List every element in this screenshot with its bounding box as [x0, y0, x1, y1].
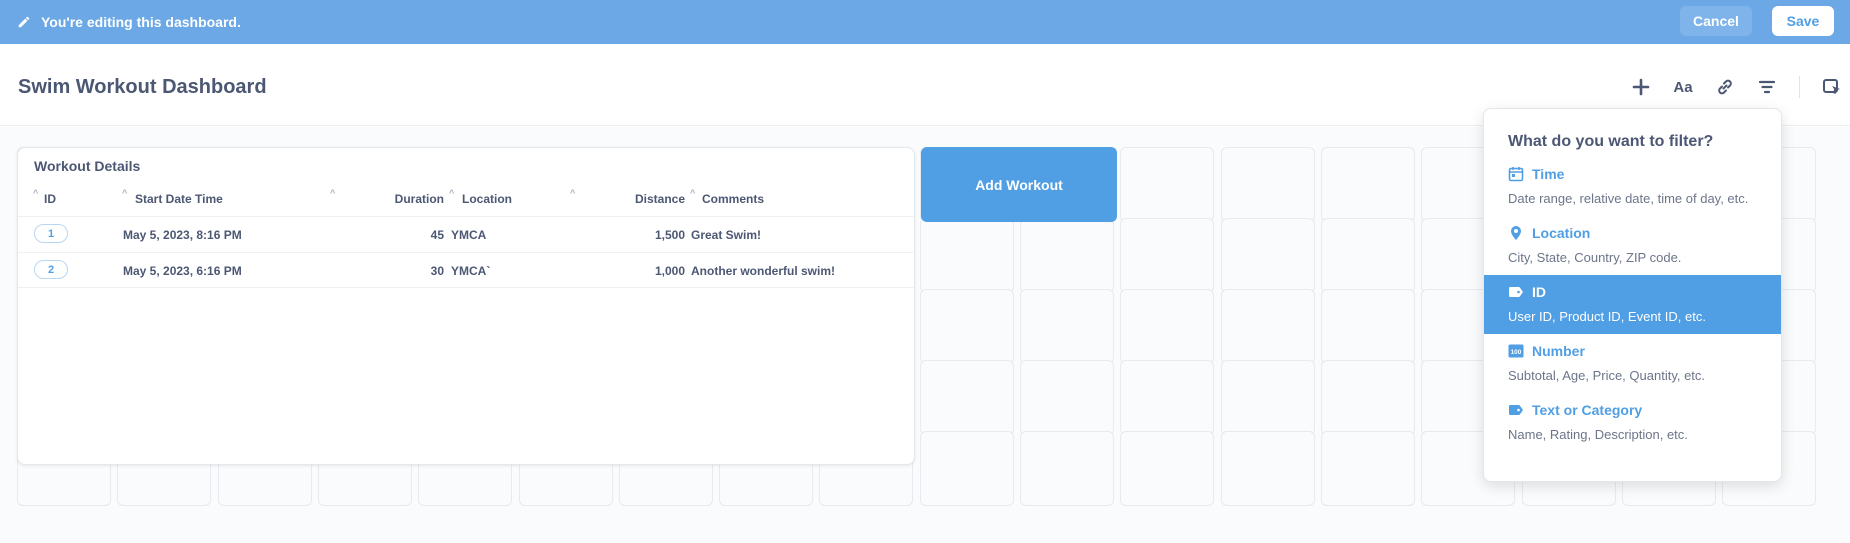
- grid-cell: [1120, 218, 1215, 293]
- filter-icon: [1758, 80, 1776, 94]
- grid-cell: [1220, 360, 1315, 435]
- table-card[interactable]: Workout Details ^ ID ^ Start Date Time ^…: [17, 147, 916, 465]
- click-behavior-icon: [1823, 79, 1840, 94]
- edit-mode-message: You're editing this dashboard.: [17, 14, 241, 30]
- grid-cell: [919, 431, 1014, 506]
- grid-cell: [1220, 147, 1315, 222]
- cancel-button[interactable]: Cancel: [1680, 6, 1752, 36]
- grid-cell: [1020, 360, 1114, 435]
- cell-duration: 30: [430, 264, 444, 278]
- grid-cell: [1020, 431, 1114, 506]
- toolbar-divider: [1799, 76, 1800, 98]
- label-icon: [1508, 284, 1524, 300]
- column-header-id[interactable]: ^ ID: [33, 188, 56, 206]
- filter-option-description: City, State, Country, ZIP code.: [1508, 250, 1682, 265]
- filter-option-description: User ID, Product ID, Event ID, etc.: [1508, 309, 1706, 324]
- cell-location: YMCA: [451, 228, 487, 242]
- grid-cell: [1020, 218, 1114, 293]
- page-title[interactable]: Swim Workout Dashboard: [18, 76, 267, 99]
- cell-location: YMCA`: [451, 264, 491, 278]
- grid-cell: [1320, 360, 1415, 435]
- filter-option-description: Subtotal, Age, Price, Quantity, etc.: [1508, 368, 1706, 383]
- add-workout-button[interactable]: Add Workout: [921, 147, 1117, 222]
- save-button[interactable]: Save: [1772, 6, 1834, 36]
- id-pill[interactable]: 2: [34, 260, 68, 279]
- link-icon: [1718, 79, 1732, 95]
- grid-cell: [1320, 218, 1415, 293]
- grid-cell: [1220, 431, 1315, 506]
- edit-mode-bar: You're editing this dashboard. Cancel Sa…: [0, 0, 1850, 44]
- add-filter-button[interactable]: [1754, 74, 1780, 100]
- location-pin-icon: [1508, 225, 1524, 241]
- sort-caret-icon: ^: [33, 188, 39, 198]
- filter-option-id[interactable]: ID User ID, Product ID, Event ID, etc.: [1484, 275, 1781, 334]
- sort-caret-icon: ^: [449, 188, 455, 198]
- sort-caret-icon: ^: [690, 188, 696, 198]
- column-header-distance[interactable]: ^ Distance: [569, 188, 685, 206]
- filter-option-location[interactable]: Location City, State, Country, ZIP code.: [1484, 216, 1781, 275]
- cell-start-date: May 5, 2023, 8:16 PM: [123, 228, 242, 242]
- table-row[interactable]: 2 May 5, 2023, 6:16 PM 30 YMCA` 1,000 An…: [18, 252, 916, 288]
- filter-option-label: Time: [1532, 166, 1565, 182]
- cell-distance: 1,000: [654, 264, 685, 278]
- filter-option-text-or-category[interactable]: Text or Category Name, Rating, Descripti…: [1484, 393, 1781, 452]
- filter-option-label: Number: [1532, 343, 1585, 359]
- filter-option-label: Text or Category: [1532, 402, 1643, 418]
- label-icon: [1508, 402, 1524, 418]
- calendar-icon: [1508, 166, 1524, 182]
- add-icon: [1632, 78, 1650, 96]
- grid-cell: [1320, 289, 1415, 364]
- grid-cell: [1220, 218, 1315, 293]
- filter-option-number[interactable]: 100 Number Subtotal, Age, Price, Quantit…: [1484, 334, 1781, 393]
- filter-option-time[interactable]: Time Date range, relative date, time of …: [1484, 157, 1781, 216]
- grid-cell: [1220, 289, 1315, 364]
- text-icon: Aa: [1673, 78, 1693, 96]
- add-link-button[interactable]: [1712, 74, 1738, 100]
- add-workout-label: Add Workout: [975, 176, 1063, 193]
- grid-cell: [919, 289, 1014, 364]
- grid-cell: [919, 360, 1014, 435]
- grid-cell: [1120, 360, 1215, 435]
- column-header-start-date-time[interactable]: ^ Start Date Time: [122, 188, 223, 206]
- edit-mode-text: You're editing this dashboard.: [41, 14, 241, 30]
- filter-option-description: Name, Rating, Description, etc.: [1508, 427, 1688, 442]
- cell-duration: 45: [430, 228, 444, 242]
- click-behavior-button[interactable]: [1819, 74, 1845, 100]
- card-title: Workout Details: [34, 158, 141, 174]
- filter-type-popover: What do you want to filter? Time Date ra…: [1483, 108, 1782, 482]
- cell-comments: Great Swim!: [691, 228, 762, 242]
- grid-cell: [1320, 147, 1415, 222]
- number-icon-text: 100: [1511, 349, 1522, 356]
- table-row[interactable]: 1 May 5, 2023, 8:16 PM 45 YMCA 1,500 Gre…: [18, 216, 916, 252]
- sort-caret-icon: ^: [122, 188, 128, 198]
- column-header-duration[interactable]: ^ Duration: [329, 188, 444, 206]
- number-icon: 100: [1508, 343, 1524, 359]
- cell-distance: 1,500: [654, 228, 685, 242]
- grid-cell: [1120, 431, 1215, 506]
- filter-option-label: Location: [1532, 225, 1591, 241]
- add-text-button[interactable]: Aa: [1670, 74, 1696, 100]
- grid-cell: [1120, 289, 1215, 364]
- add-question-button[interactable]: [1628, 74, 1654, 100]
- filter-option-description: Date range, relative date, time of day, …: [1508, 191, 1749, 206]
- grid-cell: [1020, 289, 1114, 364]
- popover-title: What do you want to filter?: [1508, 133, 1714, 150]
- column-header-comments[interactable]: ^ Comments: [690, 188, 764, 206]
- grid-cell: [919, 218, 1014, 293]
- grid-cell: [1120, 147, 1215, 222]
- cell-comments: Another wonderful swim!: [691, 264, 835, 278]
- grid-cell: [1320, 431, 1415, 506]
- cell-start-date: May 5, 2023, 6:16 PM: [123, 264, 242, 278]
- filter-option-label: ID: [1532, 284, 1546, 300]
- pencil-icon: [18, 16, 30, 28]
- column-header-location[interactable]: ^ Location: [449, 188, 512, 206]
- sort-caret-icon: ^: [330, 188, 336, 198]
- id-pill[interactable]: 1: [34, 224, 68, 243]
- sort-caret-icon: ^: [570, 188, 576, 198]
